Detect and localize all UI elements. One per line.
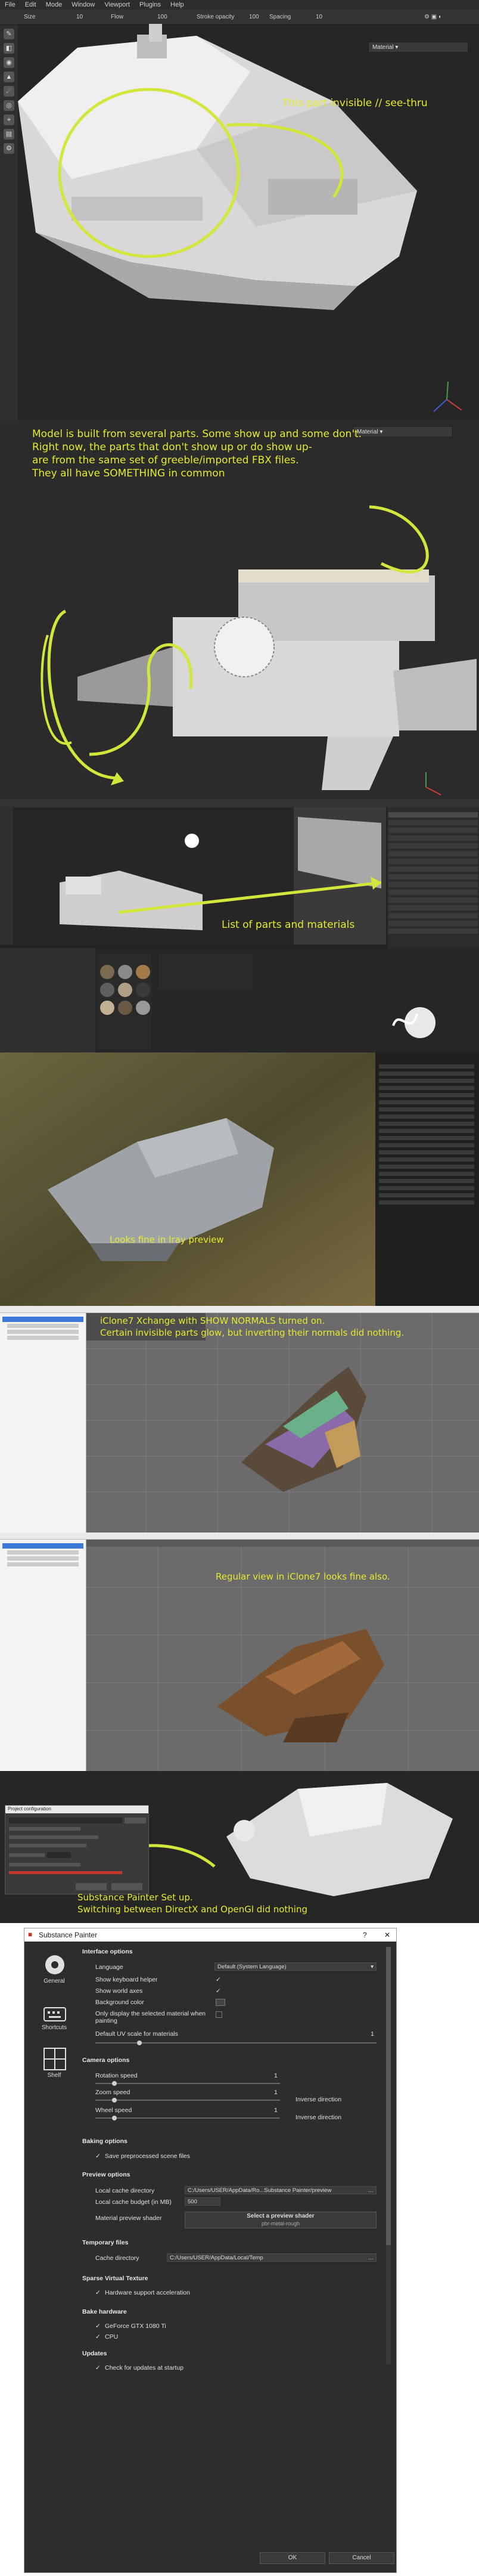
keyboard-icon <box>43 2007 66 2021</box>
select-button[interactable] <box>125 1818 146 1823</box>
ok-button[interactable]: OK <box>260 2552 325 2564</box>
uv-scale-knob[interactable] <box>137 2041 142 2045</box>
grid-icon <box>43 2048 66 2070</box>
iclone-menu-bar-2 <box>0 1532 479 1540</box>
dialog-ok-button[interactable] <box>76 1883 107 1890</box>
panel-iray: Looks fine in Iray preview <box>0 1052 479 1306</box>
zoom-slider[interactable] <box>95 2100 280 2101</box>
dialog-title: Project configuration <box>5 1806 148 1813</box>
rotation-value: 1 <box>274 2072 278 2079</box>
annotation-iray: Looks fine in Iray preview <box>110 1234 224 1245</box>
rotation-knob[interactable] <box>112 2081 117 2086</box>
preview-shader-button[interactable]: Select a preview shader pbr-metal-rough <box>185 2212 377 2228</box>
hw-accel-label: Hardware support acceleration <box>105 2289 190 2296</box>
panel-viewport-1: File Edit Mode Window Viewport Plugins Help Si… <box>0 0 479 420</box>
help-button[interactable]: ? <box>363 1931 367 1939</box>
panel-iclone-regular: Regular view in iClone7 looks fine also. <box>0 1532 479 1771</box>
save-preprocessed-check[interactable]: ✓ <box>95 2153 101 2160</box>
wheel-knob[interactable] <box>112 2116 117 2120</box>
uv-scale-value: 1 <box>371 2030 374 2038</box>
wheel-label: Wheel speed <box>95 2107 132 2114</box>
normals-viewport <box>86 1313 479 1532</box>
only-display-label: Only display the selected material when … <box>95 2010 206 2024</box>
sidebar-item-shortcuts[interactable]: Shortcuts <box>27 2024 81 2031</box>
annotation-xchange-normals: iClone7 Xchange with SHOW NORMALS turned… <box>100 1315 405 1338</box>
gpu-check[interactable]: ✓ <box>95 2323 101 2330</box>
show-world-check[interactable]: ✓ <box>216 1987 221 1995</box>
language-label: Language <box>95 1964 123 1971</box>
layer-list[interactable] <box>388 812 478 936</box>
panel-iclone-normals: iClone7 Xchange with SHOW NORMALS turned… <box>0 1306 479 1532</box>
baking-options-title: Baking options <box>82 2138 127 2145</box>
check-updates-check[interactable]: ✓ <box>95 2364 101 2371</box>
close-icon[interactable]: ✕ <box>384 1931 390 1939</box>
svt-title: Sparse Virtual Texture <box>82 2275 148 2282</box>
hw-accel-check[interactable]: ✓ <box>95 2289 101 2296</box>
temp-cache-label: Cache directory <box>95 2255 139 2262</box>
zoom-value: 1 <box>274 2089 278 2096</box>
check-updates-label: Check for updates at startup <box>105 2364 183 2371</box>
preview-options-title: Preview options <box>82 2171 130 2178</box>
cache-budget-label: Local cache budget (in MB) <box>95 2199 172 2206</box>
panel-viewport-2: Material ▾ Model is built from several p… <box>0 420 479 799</box>
show-keyboard-check[interactable]: ✓ <box>216 1976 221 1983</box>
updates-title: Updates <box>82 2350 107 2357</box>
window-title: Substance Painter <box>39 1931 98 1939</box>
annotation-model-parts: Model is built from several parts. Some … <box>32 428 362 480</box>
show-keyboard-label: Show keyboard helper <box>95 1976 158 1983</box>
uv-scale-label: Default UV scale for materials <box>95 2030 178 2038</box>
cpu-label: CPU <box>105 2333 119 2340</box>
sidebar-item-general[interactable]: General <box>27 1978 81 1984</box>
annotation-iclone-regular: Regular view in iClone7 looks fine also. <box>216 1571 390 1582</box>
zoom-inverse-label[interactable]: Inverse direction <box>296 2096 341 2103</box>
language-select[interactable]: Default (System Language) ▾ <box>214 1962 377 1971</box>
wheel-slider[interactable] <box>95 2117 280 2119</box>
zoom-knob[interactable] <box>112 2098 117 2103</box>
gear-icon <box>45 1955 64 1974</box>
cancel-button[interactable]: Cancel <box>329 2552 394 2564</box>
annotation-parts-list: List of parts and materials <box>222 919 355 931</box>
title-bar: ■ Substance Painter ? ✕ <box>24 1928 396 1942</box>
project-config-dialog: Project configuration <box>5 1805 149 1894</box>
cache-dir-field[interactable]: C:/Users/USER/AppData/Ro...Substance Pai… <box>185 2186 377 2194</box>
spaceship-render <box>18 24 462 412</box>
iclone-menu-bar <box>0 1306 479 1313</box>
cpu-check[interactable]: ✓ <box>95 2333 101 2340</box>
gpu-label: GeForce GTX 1080 Ti <box>105 2323 166 2330</box>
wheel-value: 1 <box>274 2107 278 2114</box>
interface-options-title: Interface options <box>82 1948 133 1955</box>
substance-settings-window: ■ Substance Painter ? ✕ General Shortcut… <box>0 1923 479 2576</box>
scene-tree-2[interactable] <box>0 1540 86 1771</box>
wheel-inverse-label[interactable]: Inverse direction <box>296 2114 341 2121</box>
bg-color-swatch[interactable] <box>216 1999 225 2006</box>
zoom-label: Zoom speed <box>95 2089 130 2096</box>
annotation-substance-setup: Substance Painter Set up. Switching betw… <box>77 1892 308 1915</box>
app-icon: ■ <box>28 1930 33 1939</box>
shader-label: Material preview shader <box>95 2215 162 2222</box>
bg-color-label: Background color <box>95 1999 144 2006</box>
scene-tree[interactable] <box>0 1313 86 1532</box>
sidebar-item-shelf[interactable]: Shelf <box>27 2072 81 2079</box>
temp-cache-field[interactable]: C:/Users/USER/AppData/Local/Temp… <box>167 2253 377 2262</box>
settings-scrollbar[interactable] <box>386 1947 391 2364</box>
bake-hardware-title: Bake hardware <box>82 2308 127 2315</box>
only-display-check[interactable] <box>216 2011 222 2018</box>
dialog-cancel-button[interactable] <box>111 1883 142 1890</box>
temp-files-title: Temporary files <box>82 2239 129 2246</box>
cache-dir-label: Local cache directory <box>95 2187 155 2194</box>
camera-options-title: Camera options <box>82 2057 130 2064</box>
annotation-invisible-part: This part invisible // see-thru <box>282 97 428 109</box>
cache-budget-field[interactable]: 500 <box>185 2197 220 2206</box>
save-preprocessed-label: Save preprocessed scene files <box>105 2153 190 2160</box>
sidebar-icons <box>43 1955 66 2070</box>
panel-layers: List of parts and materials <box>0 799 479 1052</box>
rotation-slider[interactable] <box>95 2083 280 2084</box>
scene-outliner[interactable] <box>379 1064 474 1208</box>
rotation-label: Rotation speed <box>95 2072 138 2079</box>
panel-project-config: Project configuration Substance Painter … <box>0 1771 479 1923</box>
show-world-label: Show world axes <box>95 1987 143 1995</box>
